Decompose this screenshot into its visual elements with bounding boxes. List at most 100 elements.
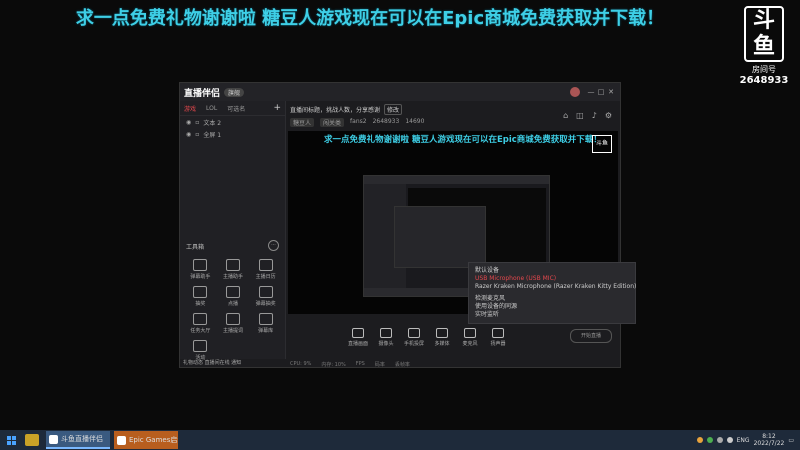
source-label: 全屏 1 <box>203 131 222 139</box>
close-icon[interactable]: ✕ <box>606 88 616 96</box>
menu-item[interactable]: 检测麦克风 <box>475 295 629 303</box>
more-icon[interactable]: ··· <box>268 240 279 251</box>
streaming-app-window: 直播伴侣 旗舰 — □ ✕ 游戏 LOL 可选名 + ◉ ▫ 文本 2 ◉ ▫ 全屏… <box>179 82 621 368</box>
phone-cast-button[interactable]: 手机投屏 <box>400 328 428 347</box>
camera-icon <box>380 328 392 338</box>
settings-icon[interactable]: ⚙ <box>605 111 612 120</box>
source-toolbar: 直播画面 摄像头 手机投屏 多媒体 麦克风 扬声器 开始直播 <box>288 321 618 347</box>
tool-icon <box>193 286 208 298</box>
epic-icon <box>117 435 126 445</box>
stream-banner-text: 求一点免费礼物谢谢啦 糖豆人游戏现在可以在Epic商城免费获取并下载！ <box>75 8 665 29</box>
tool-item[interactable]: 主播提词 <box>217 313 250 334</box>
meta-value: 14690 <box>405 118 425 125</box>
tool-icon <box>258 259 273 271</box>
tool-icon <box>225 313 240 325</box>
preview-banner-text: 求一点免费礼物谢谢啦 糖豆人游戏现在可以在Epic商城免费获取并下载！ <box>324 135 602 145</box>
tool-item[interactable]: 点播 <box>217 286 250 307</box>
start-live-button[interactable]: 开始直播 <box>570 329 612 343</box>
tray-icon[interactable] <box>696 437 703 443</box>
tab-custom[interactable]: 可选名 <box>227 104 245 113</box>
network-icon[interactable] <box>716 437 723 443</box>
tool-item[interactable]: 弹幕抽奖 <box>249 286 282 307</box>
scene-tabs: 游戏 LOL 可选名 + <box>180 101 285 116</box>
play-icon <box>436 328 448 338</box>
notification-icon[interactable]: ▭ <box>788 437 794 444</box>
media-button[interactable]: 多媒体 <box>428 328 456 347</box>
tab-lol[interactable]: LOL <box>206 105 217 112</box>
monitor-icon <box>352 328 364 338</box>
camera-button[interactable]: 摄像头 <box>372 328 400 347</box>
tab-game[interactable]: 游戏 <box>184 104 196 113</box>
category-tag[interactable]: 糖豆人 <box>290 118 315 127</box>
lock-icon[interactable]: ▫ <box>195 119 199 126</box>
microphone-button[interactable]: 麦克风 <box>456 328 484 347</box>
menu-item-selected[interactable]: USB Microphone (USB MIC) <box>475 275 629 283</box>
volume-icon[interactable] <box>726 437 733 443</box>
tool-item[interactable]: 任务大厅 <box>184 313 217 334</box>
source-label: 文本 2 <box>203 119 222 127</box>
status-bar: CPU: 9% 内存: 10% FPS 码率 丢帧率 <box>290 361 410 368</box>
eye-icon[interactable]: ◉ <box>186 131 191 138</box>
tool-item[interactable]: 弹幕库 <box>249 313 282 334</box>
menu-item[interactable]: Razer Kraken Microphone (Razer Kraken Ki… <box>475 283 636 291</box>
add-scene-button[interactable]: + <box>273 103 281 113</box>
tray-icon[interactable] <box>706 437 713 443</box>
category-tag[interactable]: 闯关类 <box>320 118 345 127</box>
douyu-logo: 斗鱼 房间号 2648933 <box>738 6 790 86</box>
left-notice: 礼物动态 直播间在线 通知 <box>183 360 242 366</box>
start-button[interactable] <box>0 430 22 450</box>
clock[interactable]: 8:12 2022/7/22 <box>754 433 785 447</box>
screen-capture-button[interactable]: 直播画面 <box>344 328 372 347</box>
lock-icon[interactable]: ▫ <box>195 131 199 138</box>
top-icons: ⌂ ◫ ♪ ⚙ <box>563 111 612 120</box>
language-indicator[interactable]: ENG <box>737 437 750 444</box>
meta-value: fans2 <box>350 118 367 125</box>
windows-taskbar: 斗鱼直播伴侣 Epic Games启动... ENG 8:12 2022/7/2… <box>0 430 800 450</box>
tool-icon <box>193 313 208 325</box>
maximize-icon[interactable]: □ <box>596 88 606 96</box>
app-icon <box>49 434 58 444</box>
bell-icon[interactable]: ♪ <box>592 111 597 120</box>
minimize-icon[interactable]: — <box>586 88 596 96</box>
windows-icon <box>6 435 16 445</box>
version-badge[interactable]: 旗舰 <box>224 87 245 97</box>
scene-panel: 游戏 LOL 可选名 + ◉ ▫ 文本 2 ◉ ▫ 全屏 1 工具箱 ··· 弹幕助… <box>180 101 286 366</box>
tool-icon <box>258 313 273 325</box>
phone-icon <box>408 328 420 338</box>
microphone-icon <box>464 328 476 338</box>
room-number: 2648933 <box>739 75 789 86</box>
app-titlebar: 直播伴侣 旗舰 — □ ✕ <box>180 83 620 101</box>
tool-icon <box>193 340 208 352</box>
preview-logo: 斗鱼 <box>592 135 612 153</box>
menu-item[interactable]: 使用设备的同源 <box>475 303 629 311</box>
source-item[interactable]: ◉ ▫ 全屏 1 <box>180 128 285 140</box>
microphone-device-menu: 默认设备 USB Microphone (USB MIC) Razer Krak… <box>468 262 636 324</box>
tool-icon <box>225 259 240 271</box>
app-name: 直播伴侣 <box>184 88 221 99</box>
avatar[interactable] <box>570 87 580 97</box>
tool-item[interactable]: 弹幕助手 <box>184 259 217 280</box>
menu-item[interactable]: 默认设备 <box>475 267 629 275</box>
logo-mark: 斗鱼 <box>744 6 784 62</box>
taskbar-app[interactable]: Epic Games启动... <box>114 431 178 449</box>
toolbox-grid: 弹幕助手 主播助手 主播日历 抽奖 点播 弹幕抽奖 任务大厅 主播提词 弹幕库 … <box>184 259 282 361</box>
tool-item[interactable]: 活动 <box>184 340 217 361</box>
menu-item[interactable]: 实时监听 <box>475 311 629 319</box>
shop-icon[interactable]: ⌂ <box>563 111 568 120</box>
tool-item[interactable]: 主播助手 <box>217 259 250 280</box>
toolbox-title: 工具箱 <box>186 244 205 251</box>
speaker-button[interactable]: 扬声器 <box>484 328 512 347</box>
file-explorer-icon[interactable] <box>25 434 39 446</box>
source-item[interactable]: ◉ ▫ 文本 2 <box>180 116 285 128</box>
tool-item[interactable]: 抽奖 <box>184 286 217 307</box>
eye-icon[interactable]: ◉ <box>186 119 191 126</box>
gift-icon[interactable]: ◫ <box>576 111 584 120</box>
edit-title-button[interactable]: 修改 <box>384 104 403 115</box>
system-tray: ENG 8:12 2022/7/22 ▭ <box>696 433 800 447</box>
speaker-icon <box>492 328 504 338</box>
tool-item[interactable]: 主播日历 <box>249 259 282 280</box>
tool-icon <box>258 286 273 298</box>
tool-icon <box>225 286 240 298</box>
taskbar-app[interactable]: 斗鱼直播伴侣 <box>46 431 110 449</box>
room-title: 直播间标题，挑战人数，分享感谢 <box>290 107 381 114</box>
